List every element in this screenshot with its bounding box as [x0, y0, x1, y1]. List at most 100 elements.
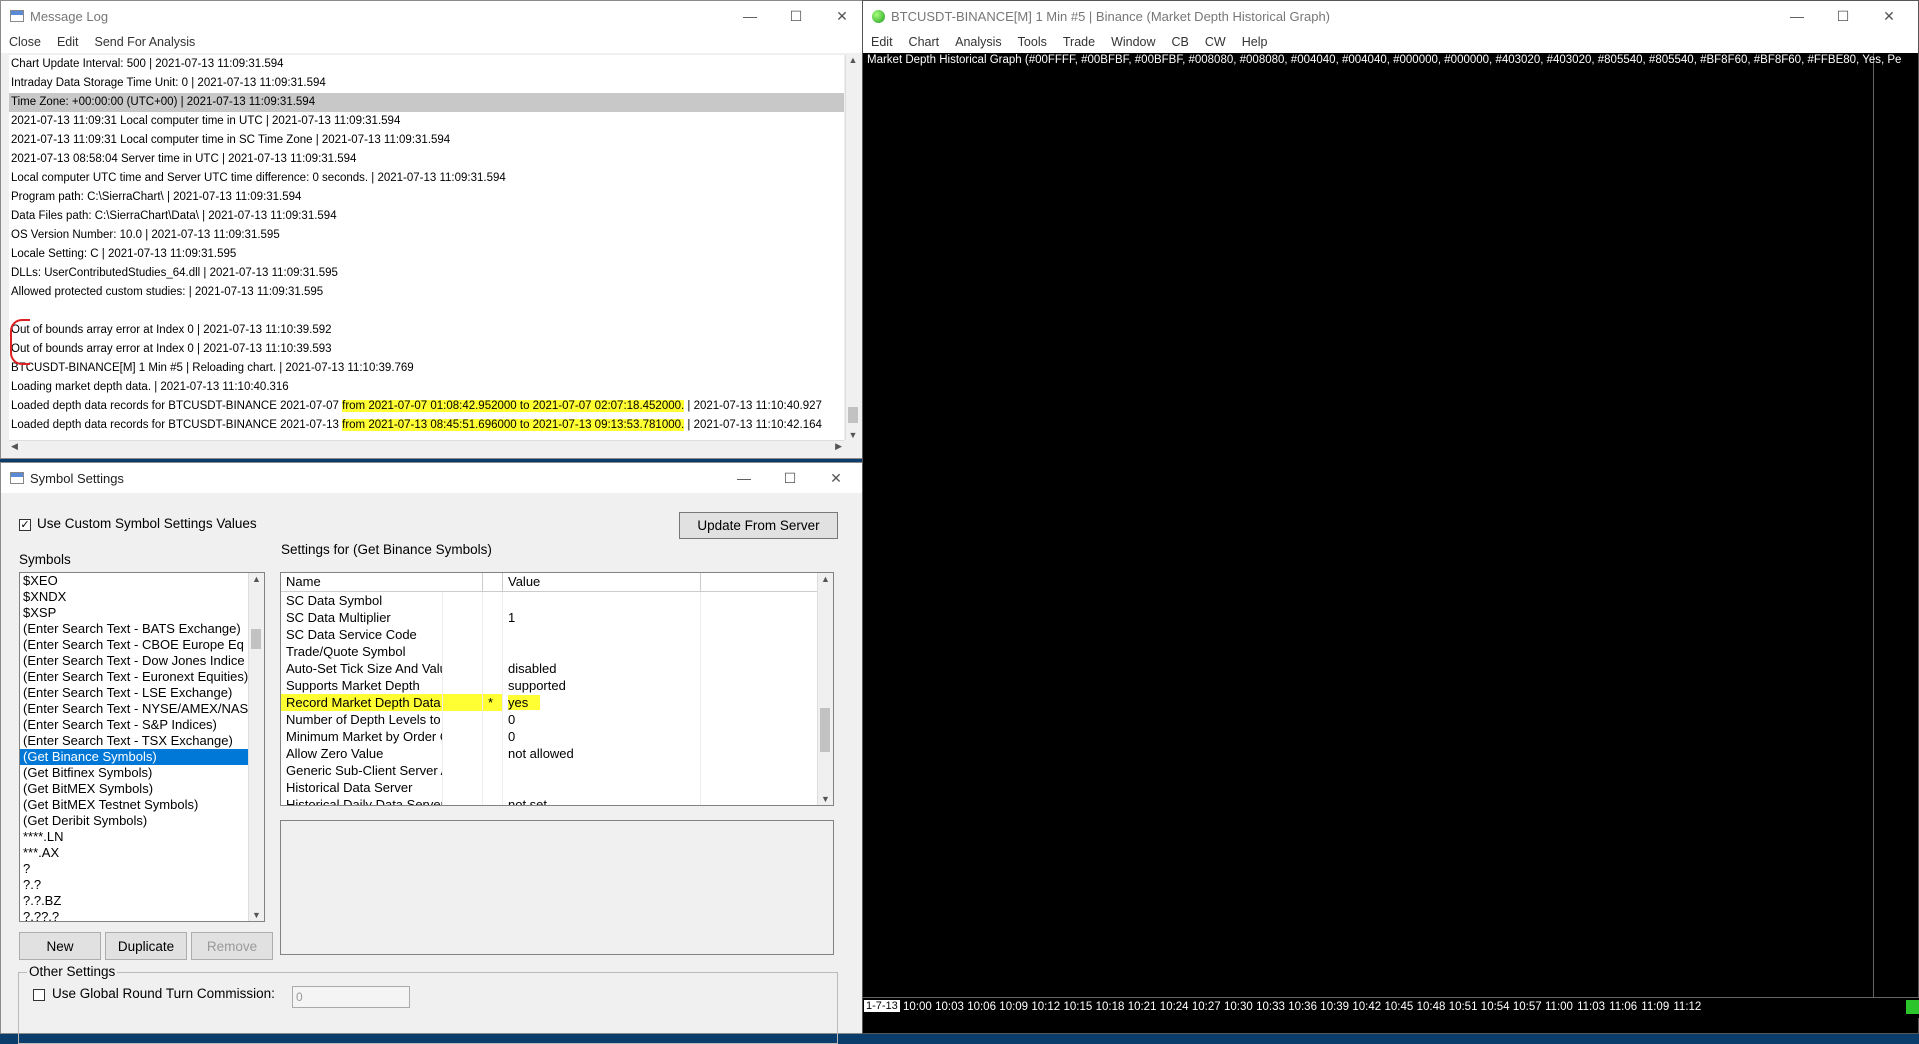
log-line[interactable]: 2021-07-13 11:09:31 Local computer time …: [9, 112, 844, 131]
symbol-list-item[interactable]: $XEO: [20, 573, 264, 589]
log-line[interactable]: Loading market depth data. | 2021-07-13 …: [9, 378, 844, 397]
menu-trade[interactable]: Trade: [1055, 35, 1103, 49]
log-line[interactable]: [9, 302, 844, 321]
grid-scrollbar[interactable]: ▲ ▼: [817, 573, 833, 805]
setting-value-cell[interactable]: [503, 626, 701, 643]
setting-row[interactable]: Auto-Set Tick Size And Value ... disabled: [281, 660, 833, 677]
symbol-list-item[interactable]: (Get Deribit Symbols): [20, 813, 264, 829]
log-line[interactable]: OS Version Number: 10.0 | 2021-07-13 11:…: [9, 226, 844, 245]
log-line[interactable]: Intraday Data Storage Time Unit: 0 | 202…: [9, 74, 844, 93]
setting-value-cell[interactable]: 0: [503, 711, 701, 728]
duplicate-button[interactable]: Duplicate: [105, 932, 187, 960]
maximize-icon[interactable]: ☐: [1820, 1, 1866, 31]
symbol-list-item[interactable]: (Get BitMEX Testnet Symbols): [20, 797, 264, 813]
symbol-list-item[interactable]: (Get Bitfinex Symbols): [20, 765, 264, 781]
log-line[interactable]: 2021-07-13 08:58:04 Server time in UTC |…: [9, 150, 844, 169]
settings-grid[interactable]: Name Value SC Data Symbol SC Data Multipl…: [280, 572, 834, 806]
commission-input[interactable]: 0: [292, 986, 410, 1008]
setting-row[interactable]: Generic Sub-Client Server Add...: [281, 762, 833, 779]
column-value-header[interactable]: Value: [503, 573, 701, 591]
menu-send-for-analysis[interactable]: Send For Analysis: [87, 35, 204, 49]
setting-value-cell[interactable]: supported: [503, 677, 701, 694]
symbol-list-item[interactable]: ?: [20, 861, 264, 877]
scroll-down-icon[interactable]: ▼: [821, 794, 830, 804]
scroll-thumb[interactable]: [848, 407, 858, 423]
log-line[interactable]: Loaded depth data records for BTCUSDT-BI…: [9, 397, 844, 416]
symbol-list-item[interactable]: (Enter Search Text - CBOE Europe Eq: [20, 637, 264, 653]
setting-row[interactable]: Historical Daily Data Server not set: [281, 796, 833, 805]
menu-analysis[interactable]: Analysis: [947, 35, 1010, 49]
symbol-list-item[interactable]: $XNDX: [20, 589, 264, 605]
menu-tools[interactable]: Tools: [1010, 35, 1055, 49]
symbols-list[interactable]: $XEO $XNDX $XSP (Enter Search Text - BATS E…: [19, 572, 265, 922]
symbol-list-item[interactable]: (Get Binance Symbols): [20, 749, 264, 765]
log-horizontal-scrollbar[interactable]: ◀ ▶: [9, 440, 844, 455]
setting-row[interactable]: Minimum Market by Order Qua... 0: [281, 728, 833, 745]
log-line[interactable]: BTCUSDT-BINANCE[M] 1 Min #5 | Reloading …: [9, 359, 844, 378]
message-log-titlebar[interactable]: Message Log — ☐ ✕: [1, 1, 865, 31]
log-line[interactable]: Out of bounds array error at Index 0 | 2…: [9, 321, 844, 340]
setting-value-cell[interactable]: yes: [503, 694, 701, 711]
setting-value-cell[interactable]: [503, 762, 701, 779]
scroll-left-icon[interactable]: ◀: [11, 441, 18, 452]
symbol-list-item[interactable]: $XSP: [20, 605, 264, 621]
chart-plot-area[interactable]: Market Depth Historical Graph (#00FFFF, …: [863, 53, 1901, 998]
time-axis[interactable]: 1-7-13 10:00 10:03 10:06 10:09 10:12 10:15 10:…: [863, 997, 1919, 1018]
minimize-icon[interactable]: —: [721, 463, 767, 493]
menu-cb[interactable]: CB: [1164, 35, 1197, 49]
setting-value-cell[interactable]: [503, 643, 701, 660]
symbol-list-item[interactable]: (Enter Search Text - TSX Exchange): [20, 733, 264, 749]
menu-close[interactable]: Close: [1, 35, 49, 49]
log-line[interactable]: 2021-07-13 11:09:31 Local computer time …: [9, 131, 844, 150]
minimize-icon[interactable]: —: [1774, 1, 1820, 31]
minimize-icon[interactable]: —: [727, 1, 773, 31]
symbol-list-item[interactable]: (Enter Search Text - NYSE/AMEX/NAS: [20, 701, 264, 717]
new-button[interactable]: New: [19, 932, 101, 960]
symbol-list-item[interactable]: (Enter Search Text - S&P Indices): [20, 717, 264, 733]
menu-cw[interactable]: CW: [1197, 35, 1234, 49]
log-line[interactable]: Out of bounds array error at Index 0 | 2…: [9, 340, 844, 359]
log-text-area[interactable]: Chart Update Interval: 500 | 2021-07-13 …: [9, 55, 844, 440]
column-mark-header[interactable]: [483, 573, 503, 591]
symbol-settings-titlebar[interactable]: Symbol Settings — ☐ ✕: [1, 463, 865, 493]
setting-row[interactable]: Record Market Depth Data * yes: [281, 694, 833, 711]
setting-value-cell[interactable]: 0: [503, 728, 701, 745]
use-custom-checkbox[interactable]: ✓: [19, 519, 31, 531]
scroll-up-icon[interactable]: ▲: [821, 574, 830, 584]
log-line[interactable]: Allowed protected custom studies: | 2021…: [9, 283, 844, 302]
setting-value-cell[interactable]: not set: [503, 796, 701, 805]
symbol-list-item[interactable]: (Enter Search Text - LSE Exchange): [20, 685, 264, 701]
log-line[interactable]: Locale Setting: C | 2021-07-13 11:09:31.…: [9, 245, 844, 264]
log-line[interactable]: Program path: C:\SierraChart\ | 2021-07-…: [9, 188, 844, 207]
column-name-header[interactable]: Name: [281, 573, 483, 591]
maximize-icon[interactable]: ☐: [767, 463, 813, 493]
scroll-right-icon[interactable]: ▶: [835, 441, 842, 452]
log-line[interactable]: Time Zone: +00:00:00 (UTC+00) | 2021-07-…: [9, 93, 844, 112]
menu-edit[interactable]: Edit: [49, 35, 87, 49]
setting-row[interactable]: Number of Depth Levels to Su... 0: [281, 711, 833, 728]
close-icon[interactable]: ✕: [813, 463, 859, 493]
maximize-icon[interactable]: ☐: [773, 1, 819, 31]
symbol-list-item[interactable]: (Enter Search Text - Dow Jones Indice: [20, 653, 264, 669]
setting-value-cell[interactable]: [503, 779, 701, 796]
scroll-up-icon[interactable]: ▲: [846, 55, 860, 65]
scroll-thumb[interactable]: [820, 708, 830, 752]
close-icon[interactable]: ✕: [819, 1, 865, 31]
menu-chart[interactable]: Chart: [901, 35, 948, 49]
symbol-list-item[interactable]: (Enter Search Text - BATS Exchange): [20, 621, 264, 637]
log-vertical-scrollbar[interactable]: ▲ ▼: [845, 55, 860, 440]
setting-value-cell[interactable]: [503, 592, 701, 609]
setting-row[interactable]: SC Data Service Code: [281, 626, 833, 643]
log-line[interactable]: DLLs: UserContributedStudies_64.dll | 20…: [9, 264, 844, 283]
symbol-list-item[interactable]: ***.AX: [20, 845, 264, 861]
close-icon[interactable]: ✕: [1866, 1, 1912, 31]
global-commission-checkbox[interactable]: [33, 989, 45, 1001]
update-from-server-button[interactable]: Update From Server: [679, 512, 838, 539]
symbols-scrollbar[interactable]: ▲ ▼: [248, 573, 264, 921]
setting-row[interactable]: Allow Zero Value not allowed: [281, 745, 833, 762]
setting-row[interactable]: SC Data Symbol: [281, 592, 833, 609]
setting-value-cell[interactable]: disabled: [503, 660, 701, 677]
menu-help[interactable]: Help: [1234, 35, 1276, 49]
symbol-list-item[interactable]: (Enter Search Text - Euronext Equities): [20, 669, 264, 685]
setting-value-cell[interactable]: not allowed: [503, 745, 701, 762]
